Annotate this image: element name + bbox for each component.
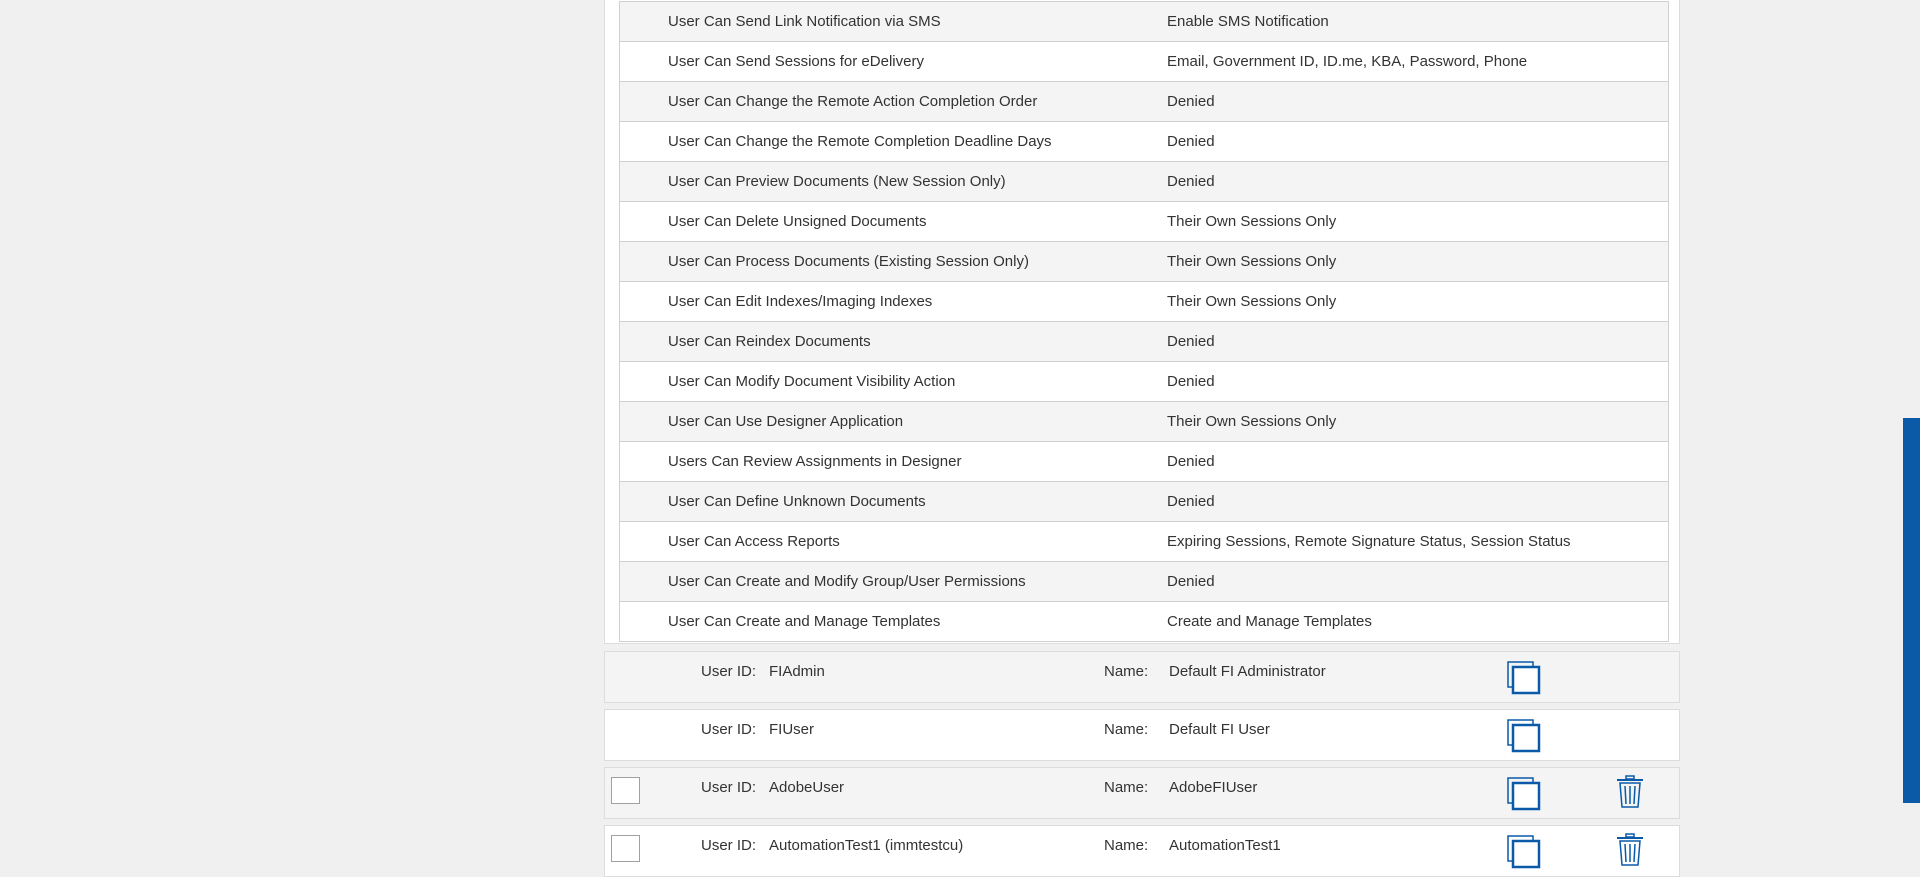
user-name-label: Name: [1104, 663, 1149, 680]
user-id-label: User ID: [701, 663, 757, 680]
permission-value: Their Own Sessions Only [1167, 253, 1337, 270]
permission-row: Users Can Review Assignments in Designer… [620, 442, 1668, 482]
permissions-panel: User Can Send Link Notification via SMS E… [604, 0, 1680, 644]
scrollbar-thumb[interactable] [1903, 418, 1920, 803]
permission-value: Expiring Sessions, Remote Signature Stat… [1167, 533, 1571, 550]
permission-label: Users Can Review Assignments in Designer [668, 453, 962, 470]
permission-row: User Can Change the Remote Completion De… [620, 122, 1668, 162]
permission-label: User Can Create and Manage Templates [668, 613, 941, 630]
permission-row: User Can Use Designer Application Their O… [620, 402, 1668, 442]
permission-value: Email, Government ID, ID.me, KBA, Passwo… [1167, 53, 1528, 70]
user-select-checkbox[interactable] [611, 835, 640, 862]
user-name-label: Name: [1104, 837, 1149, 854]
user-name-label: Name: [1104, 721, 1149, 738]
copy-icon[interactable] [1507, 777, 1541, 815]
user-card: User ID: AutomationTest1 (immtestcu) Name:… [604, 825, 1680, 877]
permission-row: User Can Modify Document Visibility Acti… [620, 362, 1668, 402]
permission-label: User Can Change the Remote Action Comple… [668, 93, 1038, 110]
permission-value: Their Own Sessions Only [1167, 413, 1337, 430]
trash-icon[interactable] [1615, 833, 1645, 871]
user-id-label: User ID: [701, 779, 757, 796]
permission-row: User Can Preview Documents (New Session … [620, 162, 1668, 202]
user-card: User ID: FIAdmin Name: Default FI Administr… [604, 651, 1680, 703]
user-name-label: Name: [1104, 779, 1149, 796]
copy-icon[interactable] [1507, 719, 1541, 757]
permission-row: User Can Edit Indexes/Imaging Indexes The… [620, 282, 1668, 322]
permission-value: Denied [1167, 133, 1215, 150]
user-id-label: User ID: [701, 837, 757, 854]
permission-label: User Can Use Designer Application [668, 413, 904, 430]
permission-value: Denied [1167, 93, 1215, 110]
permission-label: User Can Preview Documents (New Session … [668, 173, 1006, 190]
user-card: User ID: FIUser Name: Default FI User [604, 709, 1680, 761]
user-name-value: AdobeFIUser [1169, 779, 1258, 796]
permission-value: Denied [1167, 453, 1215, 470]
permission-value: Their Own Sessions Only [1167, 293, 1337, 310]
permission-value: Enable SMS Notification [1167, 13, 1329, 30]
permission-value: Denied [1167, 493, 1215, 510]
permission-label: User Can Process Documents (Existing Ses… [668, 253, 1029, 270]
permission-label: User Can Send Sessions for eDelivery [668, 53, 924, 70]
permission-row: User Can Delete Unsigned Documents Their … [620, 202, 1668, 242]
permission-row: User Can Change the Remote Action Comple… [620, 82, 1668, 122]
permission-label: User Can Define Unknown Documents [668, 493, 926, 510]
user-id-value: AdobeUser [769, 779, 845, 796]
permission-row: User Can Send Sessions for eDelivery Emai… [620, 42, 1668, 82]
user-id-value: FIUser [769, 721, 814, 738]
permission-value: Denied [1167, 173, 1215, 190]
copy-icon[interactable] [1507, 835, 1541, 873]
permission-value: Denied [1167, 373, 1215, 390]
user-id-value: FIAdmin [769, 663, 825, 680]
copy-icon[interactable] [1507, 661, 1541, 699]
permission-row: User Can Send Link Notification via SMS E… [620, 2, 1668, 42]
permissions-table: User Can Send Link Notification via SMS E… [619, 1, 1669, 642]
permission-row: User Can Process Documents (Existing Ses… [620, 242, 1668, 282]
trash-icon[interactable] [1615, 775, 1645, 813]
permission-value: Denied [1167, 573, 1215, 590]
permission-label: User Can Modify Document Visibility Acti… [668, 373, 956, 390]
user-id-label: User ID: [701, 721, 757, 738]
permission-row: User Can Reindex Documents Denied [620, 322, 1668, 362]
permission-label: User Can Delete Unsigned Documents [668, 213, 927, 230]
permission-row: User Can Define Unknown Documents Denied [620, 482, 1668, 522]
permission-row: User Can Create and Manage Templates Crea… [620, 602, 1668, 641]
permission-label: User Can Send Link Notification via SMS [668, 13, 941, 30]
permission-label: User Can Reindex Documents [668, 333, 871, 350]
permission-value: Create and Manage Templates [1167, 613, 1372, 630]
permission-value: Denied [1167, 333, 1215, 350]
user-select-checkbox[interactable] [611, 777, 640, 804]
user-name-value: AutomationTest1 [1169, 837, 1281, 854]
permission-label: User Can Edit Indexes/Imaging Indexes [668, 293, 933, 310]
permission-label: User Can Access Reports [668, 533, 840, 550]
permission-value: Their Own Sessions Only [1167, 213, 1337, 230]
permission-label: User Can Change the Remote Completion De… [668, 133, 1052, 150]
user-id-value: AutomationTest1 (immtestcu) [769, 837, 964, 854]
user-name-value: Default FI User [1169, 721, 1270, 738]
permission-row: User Can Access Reports Expiring Sessions… [620, 522, 1668, 562]
permission-row: User Can Create and Modify Group/User Pe… [620, 562, 1668, 602]
permission-label: User Can Create and Modify Group/User Pe… [668, 573, 1026, 590]
user-name-value: Default FI Administrator [1169, 663, 1326, 680]
user-card: User ID: AdobeUser Name: AdobeFIUser [604, 767, 1680, 819]
